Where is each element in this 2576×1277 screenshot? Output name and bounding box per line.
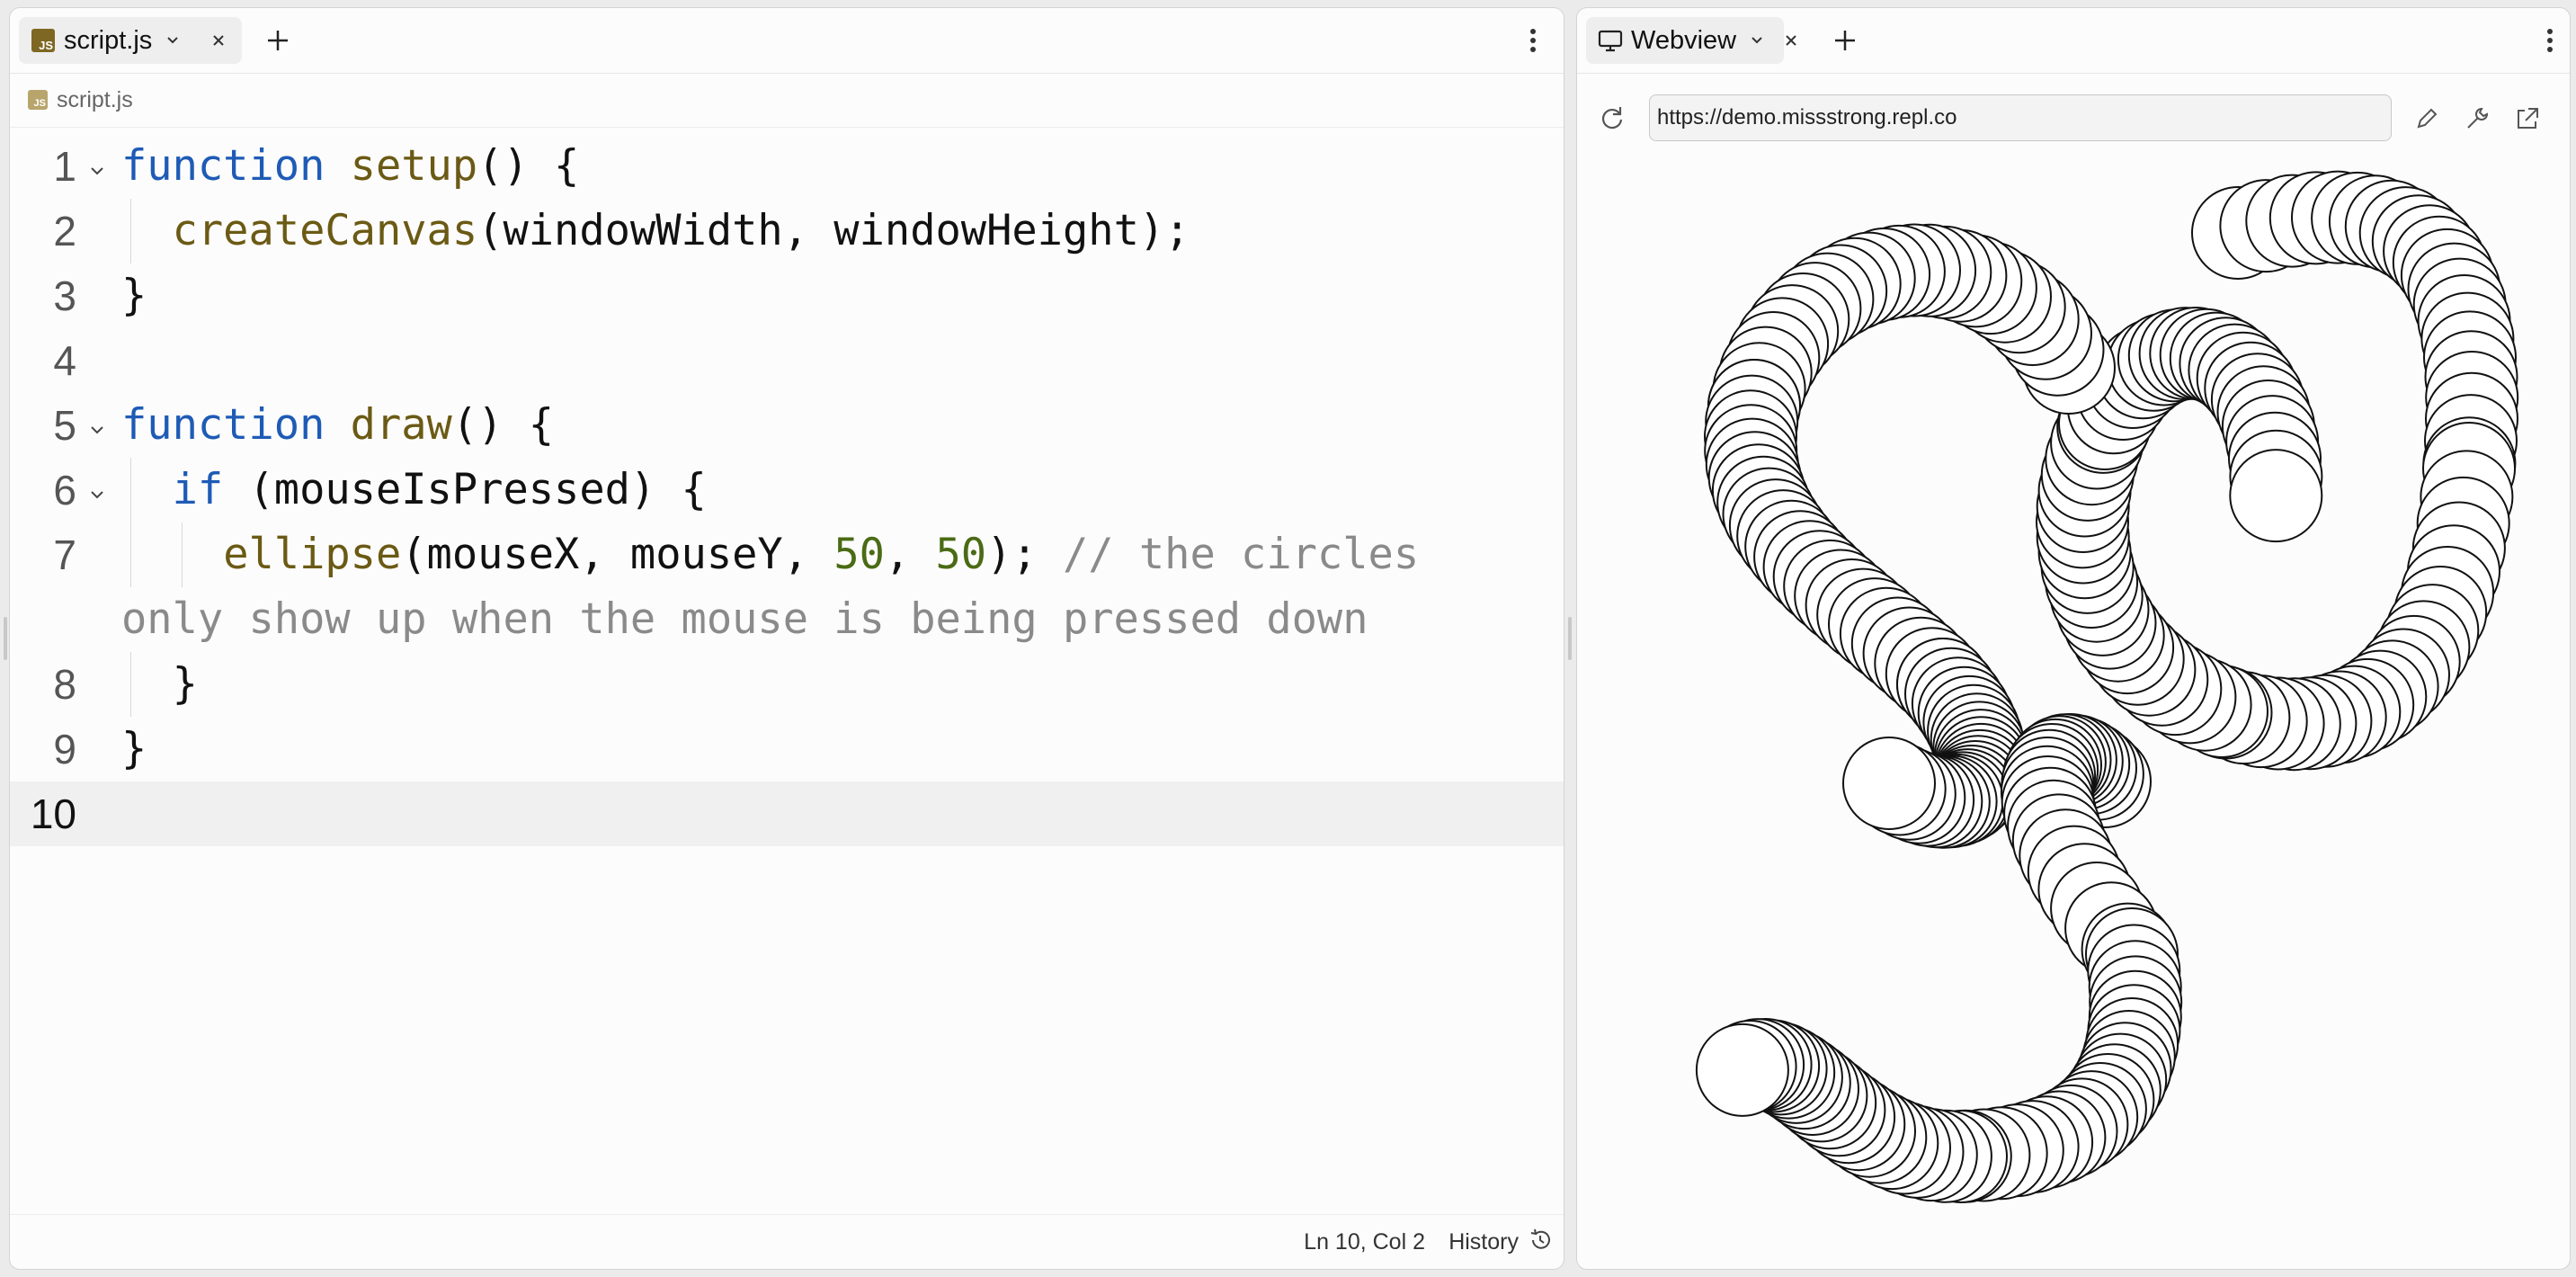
code-line[interactable]: 6 if (mouseIsPressed) {	[10, 458, 1564, 522]
code-text: }	[172, 659, 198, 709]
code-comment: // the circles	[1062, 530, 1420, 579]
resize-handle[interactable]	[4, 617, 7, 660]
monitor-icon	[1598, 30, 1623, 52]
webview-pane: Webview	[1576, 7, 2571, 1270]
line-number: 10	[30, 790, 76, 837]
close-tab-button[interactable]	[195, 24, 242, 57]
function-call: createCanvas	[172, 206, 478, 255]
number-literal: 50	[833, 530, 885, 579]
code-line[interactable]: 5 function draw() {	[10, 393, 1564, 458]
plus-icon	[1835, 31, 1855, 50]
code-line-current[interactable]: 10	[10, 781, 1564, 846]
history-button[interactable]: History	[1448, 1229, 1519, 1255]
webview-menu-button[interactable]	[2530, 21, 2570, 60]
function-name: setup	[350, 141, 478, 191]
line-number: 2	[53, 208, 76, 255]
close-icon	[213, 35, 224, 46]
pencil-icon[interactable]	[2411, 103, 2442, 134]
url-bar	[1577, 73, 2570, 163]
line-number: 1	[53, 143, 76, 190]
line-number: 3	[53, 272, 76, 319]
editor-tab-bar: JS script.js	[10, 8, 1564, 74]
breadcrumb-file[interactable]: script.js	[57, 87, 133, 113]
line-number: 5	[53, 402, 76, 449]
close-tab-button[interactable]	[1768, 17, 1814, 64]
js-file-icon: JS	[28, 90, 48, 110]
line-number: 6	[53, 467, 76, 513]
code-text: (mouseX, mouseY,	[401, 530, 834, 579]
code-editor[interactable]: 1 function setup() { 2 createCanvas(wind…	[10, 134, 1564, 846]
open-external-icon[interactable]	[2512, 103, 2543, 134]
drawn-circle	[2229, 449, 2323, 543]
code-text: }	[121, 271, 147, 320]
code-text: () {	[451, 400, 555, 450]
function-call: ellipse	[223, 530, 402, 579]
tab-label: script.js	[64, 25, 153, 55]
chevron-down-icon[interactable]	[161, 29, 184, 52]
line-number: 4	[53, 337, 76, 384]
js-file-icon: JS	[31, 29, 55, 52]
close-icon	[1786, 35, 1796, 46]
url-input[interactable]	[1649, 94, 2392, 141]
drawn-circle	[1842, 737, 1936, 830]
fold-chevron-icon[interactable]	[85, 418, 109, 442]
code-text: (mouseIsPressed) {	[223, 465, 707, 514]
code-line[interactable]: 9 }	[10, 717, 1564, 781]
fold-chevron-icon[interactable]	[85, 483, 109, 506]
webview-tab-bar: Webview	[1577, 8, 2570, 74]
number-literal: 50	[935, 530, 987, 579]
cursor-position[interactable]: Ln 10, Col 2	[1304, 1229, 1425, 1255]
more-vertical-icon	[1530, 29, 1536, 52]
function-name: draw	[350, 400, 452, 450]
breadcrumb: JS script.js	[10, 73, 1564, 128]
refresh-icon[interactable]	[1597, 103, 1627, 134]
code-line[interactable]: 3 }	[10, 263, 1564, 328]
code-line[interactable]: 2 createCanvas(windowWidth, windowHeight…	[10, 199, 1564, 263]
tab-webview[interactable]: Webview	[1586, 17, 1784, 64]
code-text: );	[986, 530, 1063, 579]
keyword: if	[172, 465, 224, 514]
code-line[interactable]: 4	[10, 328, 1564, 393]
fold-chevron-icon[interactable]	[85, 159, 109, 183]
drawn-circle	[1695, 1022, 1789, 1117]
chevron-down-icon[interactable]	[1745, 29, 1769, 52]
code-text: (windowWidth, windowHeight);	[477, 206, 1190, 255]
code-comment-wrapped: only show up when the mouse is being pre…	[121, 594, 1368, 644]
code-text: }	[121, 724, 147, 773]
code-text: ,	[884, 530, 936, 579]
plus-icon	[268, 31, 288, 50]
line-number: 7	[53, 531, 76, 578]
editor-pane: JS script.js JS script.js 1 function set…	[9, 7, 1564, 1270]
pane-resize-handle[interactable]	[1568, 617, 1572, 660]
tab-script-js[interactable]: JS script.js	[19, 17, 242, 64]
code-text: () {	[477, 141, 580, 191]
code-line[interactable]: 7 ellipse(mouseX, mouseY, 50, 50); // th…	[10, 522, 1564, 652]
code-line[interactable]: 1 function setup() {	[10, 134, 1564, 199]
history-icon[interactable]	[1528, 1228, 1553, 1253]
status-bar: Ln 10, Col 2 History	[10, 1214, 1564, 1269]
wrench-icon[interactable]	[2462, 103, 2492, 134]
code-line[interactable]: 8 }	[10, 652, 1564, 717]
editor-menu-button[interactable]	[1513, 21, 1553, 60]
keyword: function	[121, 141, 325, 191]
keyword: function	[121, 400, 325, 450]
line-number: 9	[53, 726, 76, 772]
new-tab-button[interactable]	[254, 17, 301, 64]
more-vertical-icon	[2547, 29, 2553, 52]
tab-label: Webview	[1631, 25, 1737, 55]
new-tab-button[interactable]	[1822, 17, 1868, 64]
p5-canvas[interactable]	[1577, 163, 2571, 1270]
line-number: 8	[53, 661, 76, 708]
